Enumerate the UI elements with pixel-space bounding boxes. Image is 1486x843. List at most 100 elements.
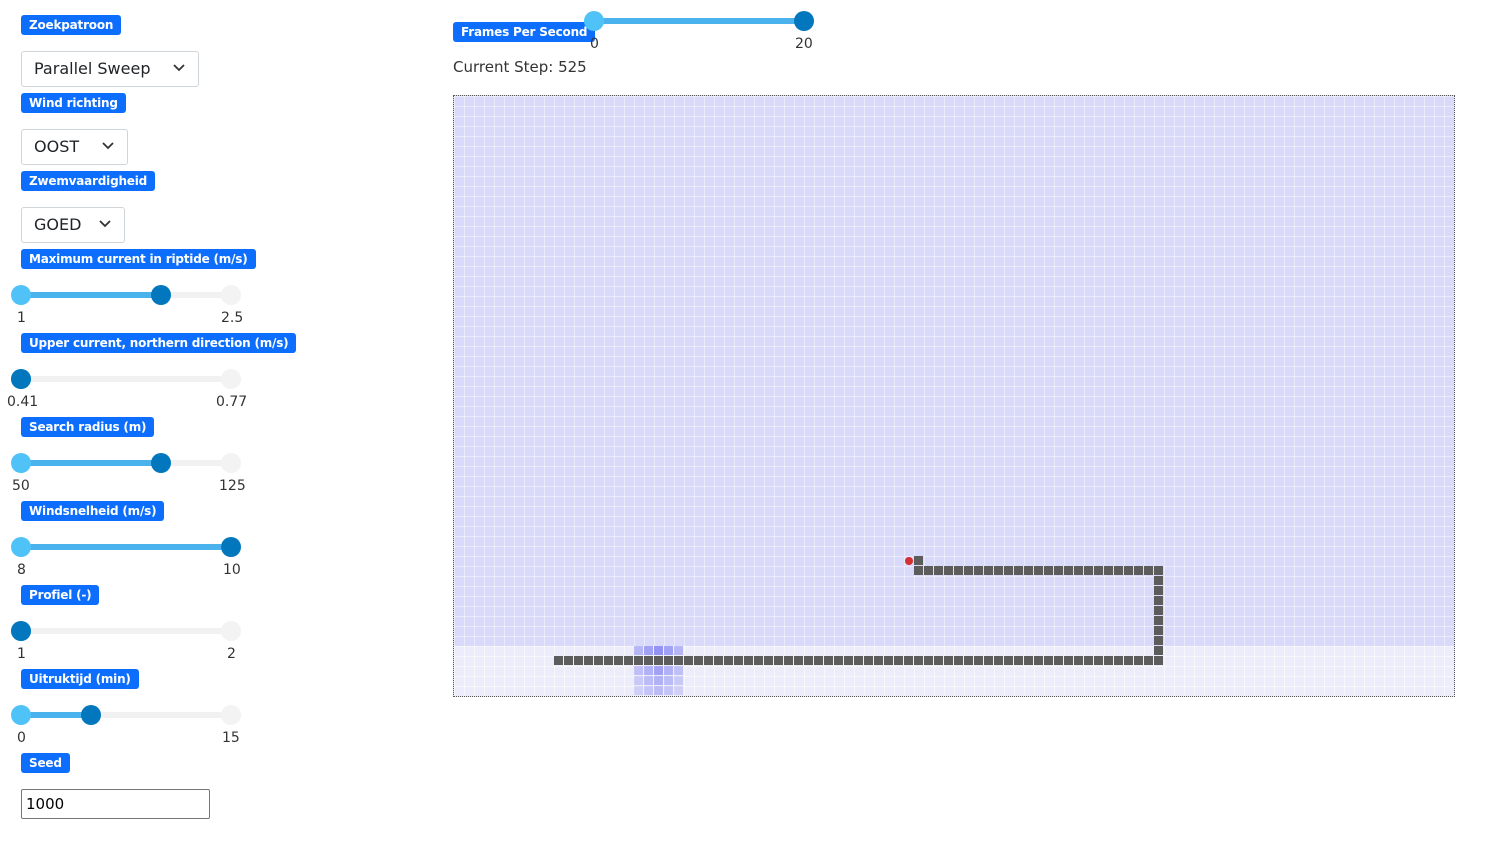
path-cell bbox=[964, 566, 973, 575]
profiel-min-label: 1 bbox=[17, 646, 26, 662]
path-cell bbox=[1084, 566, 1093, 575]
seed-input[interactable] bbox=[21, 789, 210, 819]
current-step: Current Step: 525 bbox=[453, 58, 587, 76]
path-cell bbox=[564, 656, 573, 665]
path-cell bbox=[994, 656, 1003, 665]
path-cell bbox=[984, 656, 993, 665]
profiel-slider[interactable] bbox=[11, 621, 241, 641]
zoekpatroon-value: Parallel Sweep bbox=[34, 59, 151, 78]
path-cell bbox=[1104, 566, 1113, 575]
path-cell bbox=[714, 656, 723, 665]
path-cell bbox=[884, 656, 893, 665]
rip-current-cell bbox=[634, 646, 643, 655]
label-zoekpatroon: Zoekpatroon bbox=[21, 15, 122, 35]
path-cell bbox=[1154, 636, 1163, 645]
path-cell bbox=[684, 656, 693, 665]
path-cell bbox=[1014, 656, 1023, 665]
fps-slider[interactable] bbox=[584, 11, 814, 31]
slider-min-thumb[interactable] bbox=[11, 453, 31, 473]
zwemvaardigheid-select[interactable]: GOED bbox=[21, 207, 125, 243]
slider-max-thumb[interactable] bbox=[151, 285, 172, 305]
wind-richting-select[interactable]: OOST bbox=[21, 129, 128, 165]
slider-max-thumb[interactable] bbox=[11, 369, 31, 389]
slider-max-thumb[interactable] bbox=[11, 621, 31, 641]
path-cell bbox=[574, 656, 583, 665]
wind-richting-value: OOST bbox=[34, 137, 80, 156]
search-radius-max-label: 125 bbox=[219, 478, 246, 494]
path-cell bbox=[554, 656, 563, 665]
rip-current-cell bbox=[634, 686, 643, 695]
rip-current-cell bbox=[664, 686, 673, 695]
slider-min-thumb[interactable] bbox=[11, 537, 31, 557]
path-cell bbox=[594, 656, 603, 665]
path-cell bbox=[904, 656, 913, 665]
path-cell bbox=[604, 656, 613, 665]
slider-max-thumb[interactable] bbox=[794, 11, 814, 31]
path-cell bbox=[1024, 656, 1033, 665]
windsnelheid-slider[interactable] bbox=[11, 537, 241, 557]
path-cell bbox=[914, 656, 923, 665]
path-cell bbox=[1154, 656, 1163, 665]
path-cell bbox=[854, 656, 863, 665]
path-cell bbox=[864, 656, 873, 665]
slider-min-thumb[interactable] bbox=[11, 705, 31, 725]
path-cell bbox=[914, 566, 923, 575]
path-cell bbox=[924, 566, 933, 575]
rip-current-cell bbox=[654, 666, 663, 675]
slider-rail bbox=[21, 628, 231, 634]
path-cell bbox=[1134, 656, 1143, 665]
slider-max-thumb[interactable] bbox=[221, 537, 241, 557]
path-cell bbox=[914, 556, 923, 565]
path-cell bbox=[834, 656, 843, 665]
path-cell bbox=[644, 656, 653, 665]
label-zwemvaardigheid: Zwemvaardigheid bbox=[21, 171, 156, 191]
rip-current-cell bbox=[664, 666, 673, 675]
path-cell bbox=[1034, 566, 1043, 575]
path-cell bbox=[674, 656, 683, 665]
search-radius-slider[interactable] bbox=[11, 453, 241, 473]
rip-current-cell bbox=[644, 676, 653, 685]
slider-max-thumb[interactable] bbox=[151, 453, 172, 473]
path-cell bbox=[1044, 566, 1053, 575]
path-cell bbox=[934, 566, 943, 575]
path-cell bbox=[1014, 566, 1023, 575]
uitruktijd-slider[interactable] bbox=[11, 705, 241, 725]
label-windsnelheid: Windsnelheid (m/s) bbox=[21, 501, 165, 521]
path-cell bbox=[1054, 656, 1063, 665]
path-cell bbox=[1144, 566, 1153, 575]
path-cell bbox=[624, 656, 633, 665]
slider-min-thumb[interactable] bbox=[11, 285, 31, 305]
path-cell bbox=[964, 656, 973, 665]
path-cell bbox=[1094, 566, 1103, 575]
path-cell bbox=[1134, 566, 1143, 575]
rip-current-cell bbox=[674, 686, 683, 695]
path-cell bbox=[1154, 606, 1163, 615]
label-max-current: Maximum current in riptide (m/s) bbox=[21, 249, 256, 269]
label-wind-richting: Wind richting bbox=[21, 93, 126, 113]
path-cell bbox=[634, 656, 643, 665]
rip-current-cell bbox=[664, 676, 673, 685]
chevron-down-icon bbox=[102, 142, 114, 150]
slider-end-marker bbox=[221, 285, 241, 305]
upper-current-slider[interactable] bbox=[11, 369, 241, 389]
max-current-slider[interactable] bbox=[11, 285, 241, 305]
path-cell bbox=[1004, 566, 1013, 575]
rip-current-cell bbox=[644, 646, 653, 655]
label-seed: Seed bbox=[21, 753, 70, 773]
slider-max-thumb[interactable] bbox=[80, 705, 101, 725]
label-search-radius: Search radius (m) bbox=[21, 417, 155, 437]
slider-min-thumb[interactable] bbox=[584, 11, 604, 31]
path-cell bbox=[1154, 576, 1163, 585]
upper-current-min-label: 0.41 bbox=[7, 394, 39, 410]
rip-current-cell bbox=[634, 676, 643, 685]
path-cell bbox=[664, 656, 673, 665]
path-cell bbox=[1034, 656, 1043, 665]
path-cell bbox=[794, 656, 803, 665]
path-cell bbox=[1064, 566, 1073, 575]
zoekpatroon-select[interactable]: Parallel Sweep bbox=[21, 51, 199, 87]
path-cell bbox=[1114, 566, 1123, 575]
simulation-canvas bbox=[453, 95, 1455, 697]
uitruktijd-min-label: 0 bbox=[17, 730, 26, 746]
rip-current-cell bbox=[634, 666, 643, 675]
path-cell bbox=[1074, 566, 1083, 575]
